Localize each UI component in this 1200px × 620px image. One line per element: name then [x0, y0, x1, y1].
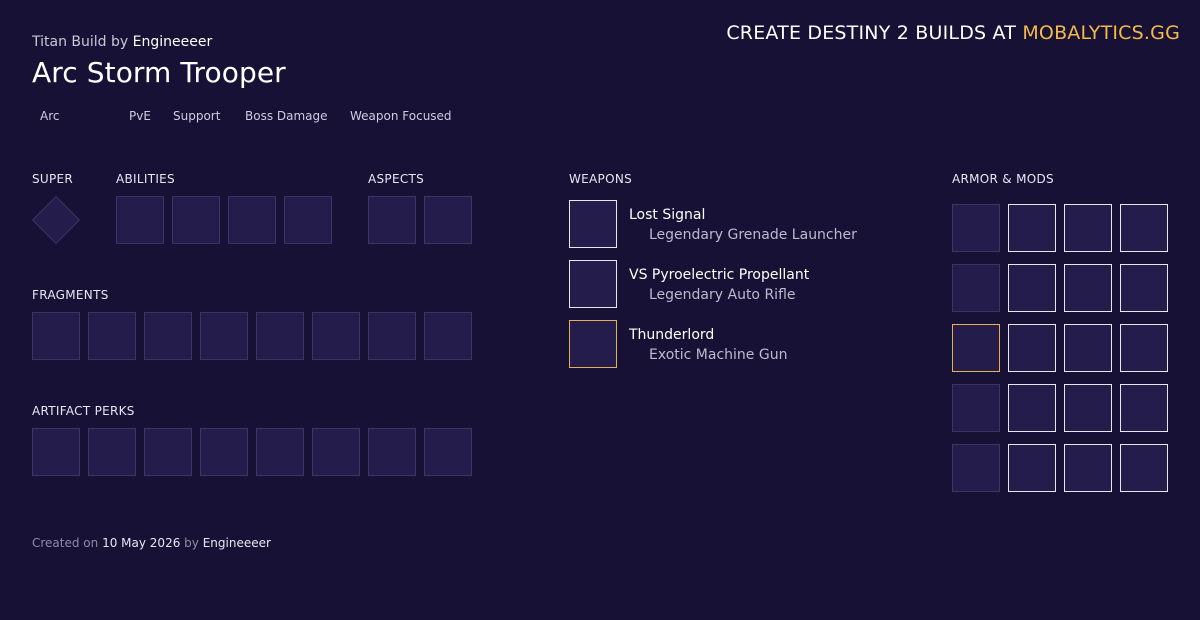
armor-mod-slot[interactable] — [1064, 264, 1112, 312]
abilities-section-label: ABILITIES — [116, 172, 175, 186]
ability-slot[interactable] — [284, 196, 332, 244]
weapons-section-label: WEAPONS — [569, 172, 633, 186]
promo-text: CREATE DESTINY 2 BUILDS AT — [726, 22, 1017, 44]
armor-mod-slot[interactable] — [1120, 204, 1168, 252]
weapon-icon-slot[interactable] — [569, 260, 617, 308]
weapon-type: Legendary Auto Rifle — [649, 287, 796, 303]
fragment-slot[interactable] — [200, 312, 248, 360]
tag-item: PvE — [129, 109, 151, 123]
armor-mod-slot[interactable] — [1120, 324, 1168, 372]
tag-item: Weapon Focused — [350, 109, 452, 123]
aspects-section-label: ASPECTS — [368, 172, 425, 186]
promo-banner: CREATE DESTINY 2 BUILDS AT MOBALYTICS.GG — [726, 22, 1180, 44]
ability-slot[interactable] — [172, 196, 220, 244]
tag-item: Arc — [40, 109, 60, 123]
created-date: 10 May 2026 — [102, 536, 181, 550]
aspect-slot[interactable] — [424, 196, 472, 244]
weapon-name[interactable]: Thunderlord — [629, 327, 714, 343]
armor-mod-slot[interactable] — [1120, 264, 1168, 312]
promo-site-link[interactable]: MOBALYTICS.GG — [1022, 22, 1180, 44]
fragment-slot[interactable] — [312, 312, 360, 360]
fragment-slot[interactable] — [88, 312, 136, 360]
armor-mod-slot[interactable] — [1008, 204, 1056, 252]
armor-piece-slot[interactable] — [952, 264, 1000, 312]
armor-piece-slot[interactable] — [952, 444, 1000, 492]
armor-mod-slot[interactable] — [1120, 444, 1168, 492]
aspect-slot[interactable] — [368, 196, 416, 244]
weapon-icon-slot[interactable] — [569, 200, 617, 248]
artifact-perk-slot[interactable] — [424, 428, 472, 476]
fragment-slot[interactable] — [256, 312, 304, 360]
created-footer: Created on 10 May 2026 by Engineeeer — [32, 536, 271, 550]
armor-mod-slot[interactable] — [1008, 324, 1056, 372]
fragment-slot[interactable] — [424, 312, 472, 360]
armor-mods-section-label: ARMOR & MODS — [952, 172, 1054, 186]
artifact-perk-slot[interactable] — [368, 428, 416, 476]
footer-by-label: by — [184, 536, 199, 550]
footer-author-name[interactable]: Engineeeer — [203, 536, 271, 550]
weapon-icon-slot[interactable] — [569, 320, 617, 368]
weapon-type: Exotic Machine Gun — [649, 347, 788, 363]
ability-slot[interactable] — [116, 196, 164, 244]
build-subtitle: Titan Build by Engineeeer — [32, 34, 212, 50]
class-label: Titan Build — [32, 34, 107, 50]
by-label: by — [111, 34, 129, 50]
armor-mod-slot[interactable] — [1064, 324, 1112, 372]
fragments-section-label: FRAGMENTS — [32, 288, 109, 302]
armor-mod-slot[interactable] — [1120, 384, 1168, 432]
tag-item: Support — [173, 109, 221, 123]
weapon-type: Legendary Grenade Launcher — [649, 227, 857, 243]
artifact-perk-slot[interactable] — [88, 428, 136, 476]
author-name[interactable]: Engineeeer — [133, 34, 213, 50]
weapon-name[interactable]: Lost Signal — [629, 207, 705, 223]
armor-mod-slot[interactable] — [1008, 444, 1056, 492]
armor-mod-slot[interactable] — [1008, 384, 1056, 432]
super-slot[interactable] — [31, 195, 81, 245]
artifact-perk-slot[interactable] — [32, 428, 80, 476]
fragment-slot[interactable] — [368, 312, 416, 360]
super-section-label: SUPER — [32, 172, 74, 186]
artifact-perk-slot[interactable] — [200, 428, 248, 476]
fragment-slot[interactable] — [144, 312, 192, 360]
build-title: Arc Storm Trooper — [32, 56, 286, 89]
tag-item: Boss Damage — [245, 109, 328, 123]
fragment-slot[interactable] — [32, 312, 80, 360]
artifact-perk-slot[interactable] — [256, 428, 304, 476]
armor-mod-slot[interactable] — [1064, 444, 1112, 492]
artifact-perks-section-label: ARTIFACT PERKS — [32, 404, 135, 418]
created-on-label: Created on — [32, 536, 99, 550]
armor-mod-slot[interactable] — [1064, 384, 1112, 432]
armor-piece-slot[interactable] — [952, 384, 1000, 432]
armor-mod-slot[interactable] — [1064, 204, 1112, 252]
weapon-name[interactable]: VS Pyroelectric Propellant — [629, 267, 809, 283]
armor-piece-slot[interactable] — [952, 204, 1000, 252]
artifact-perk-slot[interactable] — [312, 428, 360, 476]
armor-piece-slot-exotic[interactable] — [952, 324, 1000, 372]
ability-slot[interactable] — [228, 196, 276, 244]
armor-mod-slot[interactable] — [1008, 264, 1056, 312]
artifact-perk-slot[interactable] — [144, 428, 192, 476]
